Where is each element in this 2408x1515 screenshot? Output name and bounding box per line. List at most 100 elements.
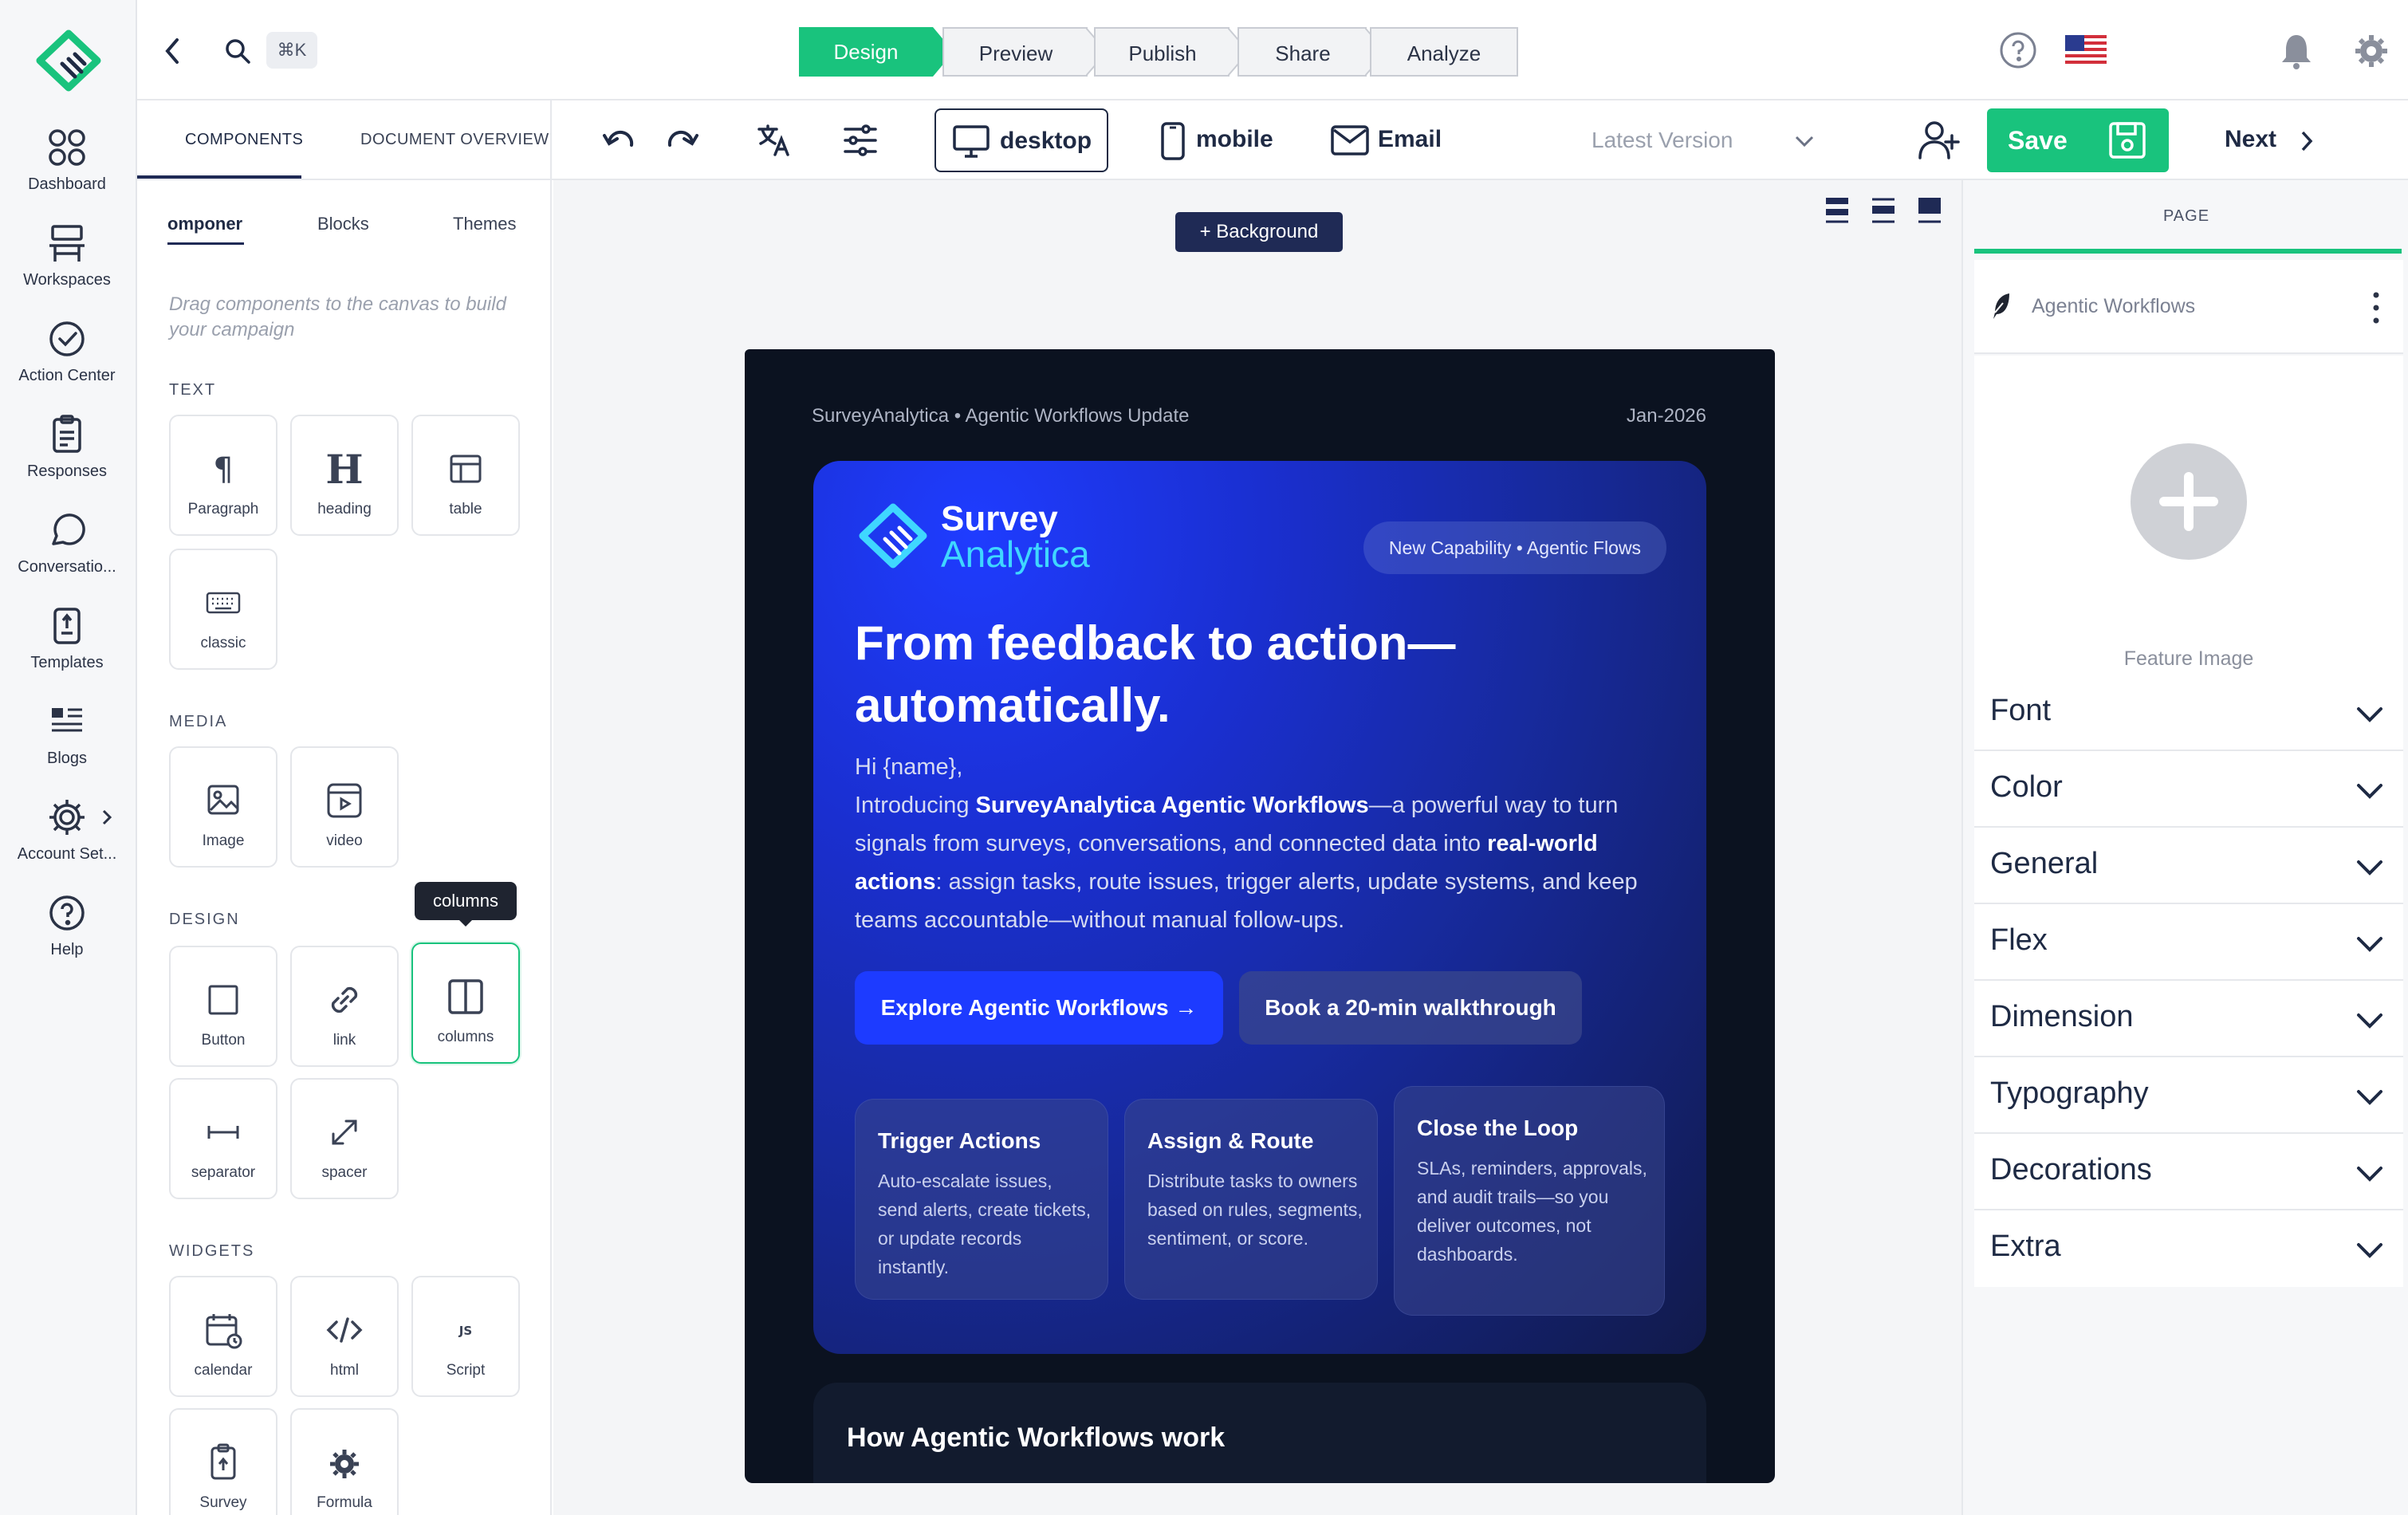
email-preview[interactable]: SurveyAnalytica • Agentic Workflows Upda… [745,349,1775,1483]
tab-page[interactable]: PAGE [1963,207,2408,226]
component-separator[interactable]: separator [169,1078,277,1199]
section-title-text: TEXT [169,381,217,399]
device-mobile-button[interactable]: mobile [1151,108,1295,172]
formula-icon [322,1440,367,1485]
align-middle-icon[interactable] [1869,195,1898,226]
separator-icon [201,1110,246,1155]
device-desktop-button[interactable]: desktop [934,108,1108,172]
cta-explore-button[interactable]: Explore Agentic Workflows → [855,971,1223,1045]
align-top-icon[interactable] [1823,195,1851,226]
subtab-components[interactable]: omponer [167,214,242,234]
back-icon[interactable] [161,35,185,67]
component-label: separator [191,1164,256,1181]
align-bottom-icon[interactable] [1915,195,1944,226]
how-it-works-card: How Agentic Workflows work [813,1383,1706,1483]
feature-image-label: Feature Image [2123,647,2254,670]
settings-gear-icon[interactable] [2354,33,2389,69]
nav-item-conversations[interactable]: Conversatio... [0,509,134,588]
nav-label: Dashboard [28,175,106,193]
component-label: classic [200,635,246,651]
component-link[interactable]: link [290,946,399,1067]
feature-body: SLAs, reminders, approvals, and audit tr… [1417,1158,1647,1265]
accordion-extra[interactable]: Extra [1974,1210,2403,1287]
nav-item-dashboard[interactable]: Dashboard [0,126,134,206]
feature-image-area[interactable]: Feature Image [1974,356,2403,675]
chevron-down-icon [2357,1243,2382,1258]
feature-title: Assign & Route [1147,1128,1314,1153]
image-icon [201,778,246,823]
component-spacer[interactable]: spacer [290,1078,399,1199]
device-email-button[interactable]: Email [1330,108,1474,172]
email-hero[interactable]: Survey Analytica New Capability • Agenti… [813,461,1706,1354]
chevron-down-icon [2357,1167,2382,1182]
tab-document-overview[interactable]: DOCUMENT OVERVIEW [360,131,549,149]
component-label: columns [437,1029,494,1045]
conversations-icon [45,509,89,552]
step-publish[interactable]: Publish [1094,27,1230,77]
next-button[interactable]: Next [2225,121,2320,161]
search-icon[interactable] [223,37,252,65]
tab-components[interactable]: COMPONENTS [185,131,303,149]
more-vertical-icon[interactable] [2371,290,2381,325]
code-icon [322,1308,367,1352]
notifications-bell-icon[interactable] [2279,32,2314,70]
component-calendar[interactable]: calendar [169,1276,277,1397]
component-survey[interactable]: Survey [169,1408,277,1515]
nav-item-templates[interactable]: Templates [0,604,134,684]
chevron-right-icon[interactable] [99,807,115,828]
background-button[interactable]: + Background [1175,212,1343,252]
component-button[interactable]: Button [169,946,277,1067]
component-classic[interactable]: classic [169,549,277,670]
search-shortcut-badge[interactable]: ⌘K [266,32,317,69]
accordion-dimension[interactable]: Dimension [1974,981,2403,1057]
step-preview[interactable]: Preview [942,27,1088,77]
columns-tooltip: columns [415,882,517,920]
nav-item-action-center[interactable]: Action Center [0,317,134,397]
step-analyze[interactable]: Analyze [1370,27,1518,77]
redo-icon[interactable] [665,124,700,156]
component-formula[interactable]: Formula [290,1408,399,1515]
nav-item-help[interactable]: Help [0,891,134,971]
accordion-label: Color [1990,770,2063,804]
help-icon[interactable] [1998,30,2038,70]
app-logo-icon[interactable] [29,29,108,97]
add-image-icon[interactable] [2131,443,2247,560]
nav-item-responses[interactable]: Responses [0,413,134,493]
nav-item-workspaces[interactable]: Workspaces [0,222,134,301]
nav-item-account-settings[interactable]: Account Set... [0,796,134,876]
translate-icon[interactable] [756,121,793,158]
subtab-themes[interactable]: Themes [453,214,516,234]
subtab-blocks[interactable]: Blocks [317,214,369,234]
us-flag-icon[interactable] [2065,35,2107,67]
component-columns[interactable]: columns [411,942,520,1064]
accordion-font[interactable]: Font [1974,675,2403,751]
save-button[interactable]: Save [1987,108,2169,172]
email-date: Jan-2026 [1626,405,1706,427]
component-video[interactable]: video [290,746,399,868]
add-user-icon[interactable] [1917,118,1961,163]
component-image[interactable]: Image [169,746,277,868]
page-name-row[interactable]: Agentic Workflows [1974,260,2403,354]
page-name: Agentic Workflows [2032,295,2196,317]
component-heading[interactable]: H heading [290,415,399,536]
save-icon [2109,122,2146,159]
accordion-color[interactable]: Color [1974,751,2403,828]
cta-walkthrough-button[interactable]: Book a 20-min walkthrough [1239,971,1582,1045]
accordion-decorations[interactable]: Decorations [1974,1134,2403,1210]
undo-icon[interactable] [601,124,636,156]
step-design[interactable]: Design [799,27,933,77]
component-label: Button [201,1032,246,1049]
nav-item-blogs[interactable]: Blogs [0,700,134,780]
step-share[interactable]: Share [1237,27,1367,77]
component-paragraph[interactable]: ¶ Paragraph [169,415,277,536]
accordion-typography[interactable]: Typography [1974,1057,2403,1134]
columns-icon [443,974,488,1019]
version-select[interactable]: Latest Version [1592,124,1823,159]
device-label: desktop [1000,128,1092,154]
accordion-flex[interactable]: Flex [1974,904,2403,981]
component-script[interactable]: JS Script [411,1276,520,1397]
accordion-general[interactable]: General [1974,828,2403,904]
component-table[interactable]: table [411,415,520,536]
component-html[interactable]: html [290,1276,399,1397]
sliders-icon[interactable] [842,123,879,158]
